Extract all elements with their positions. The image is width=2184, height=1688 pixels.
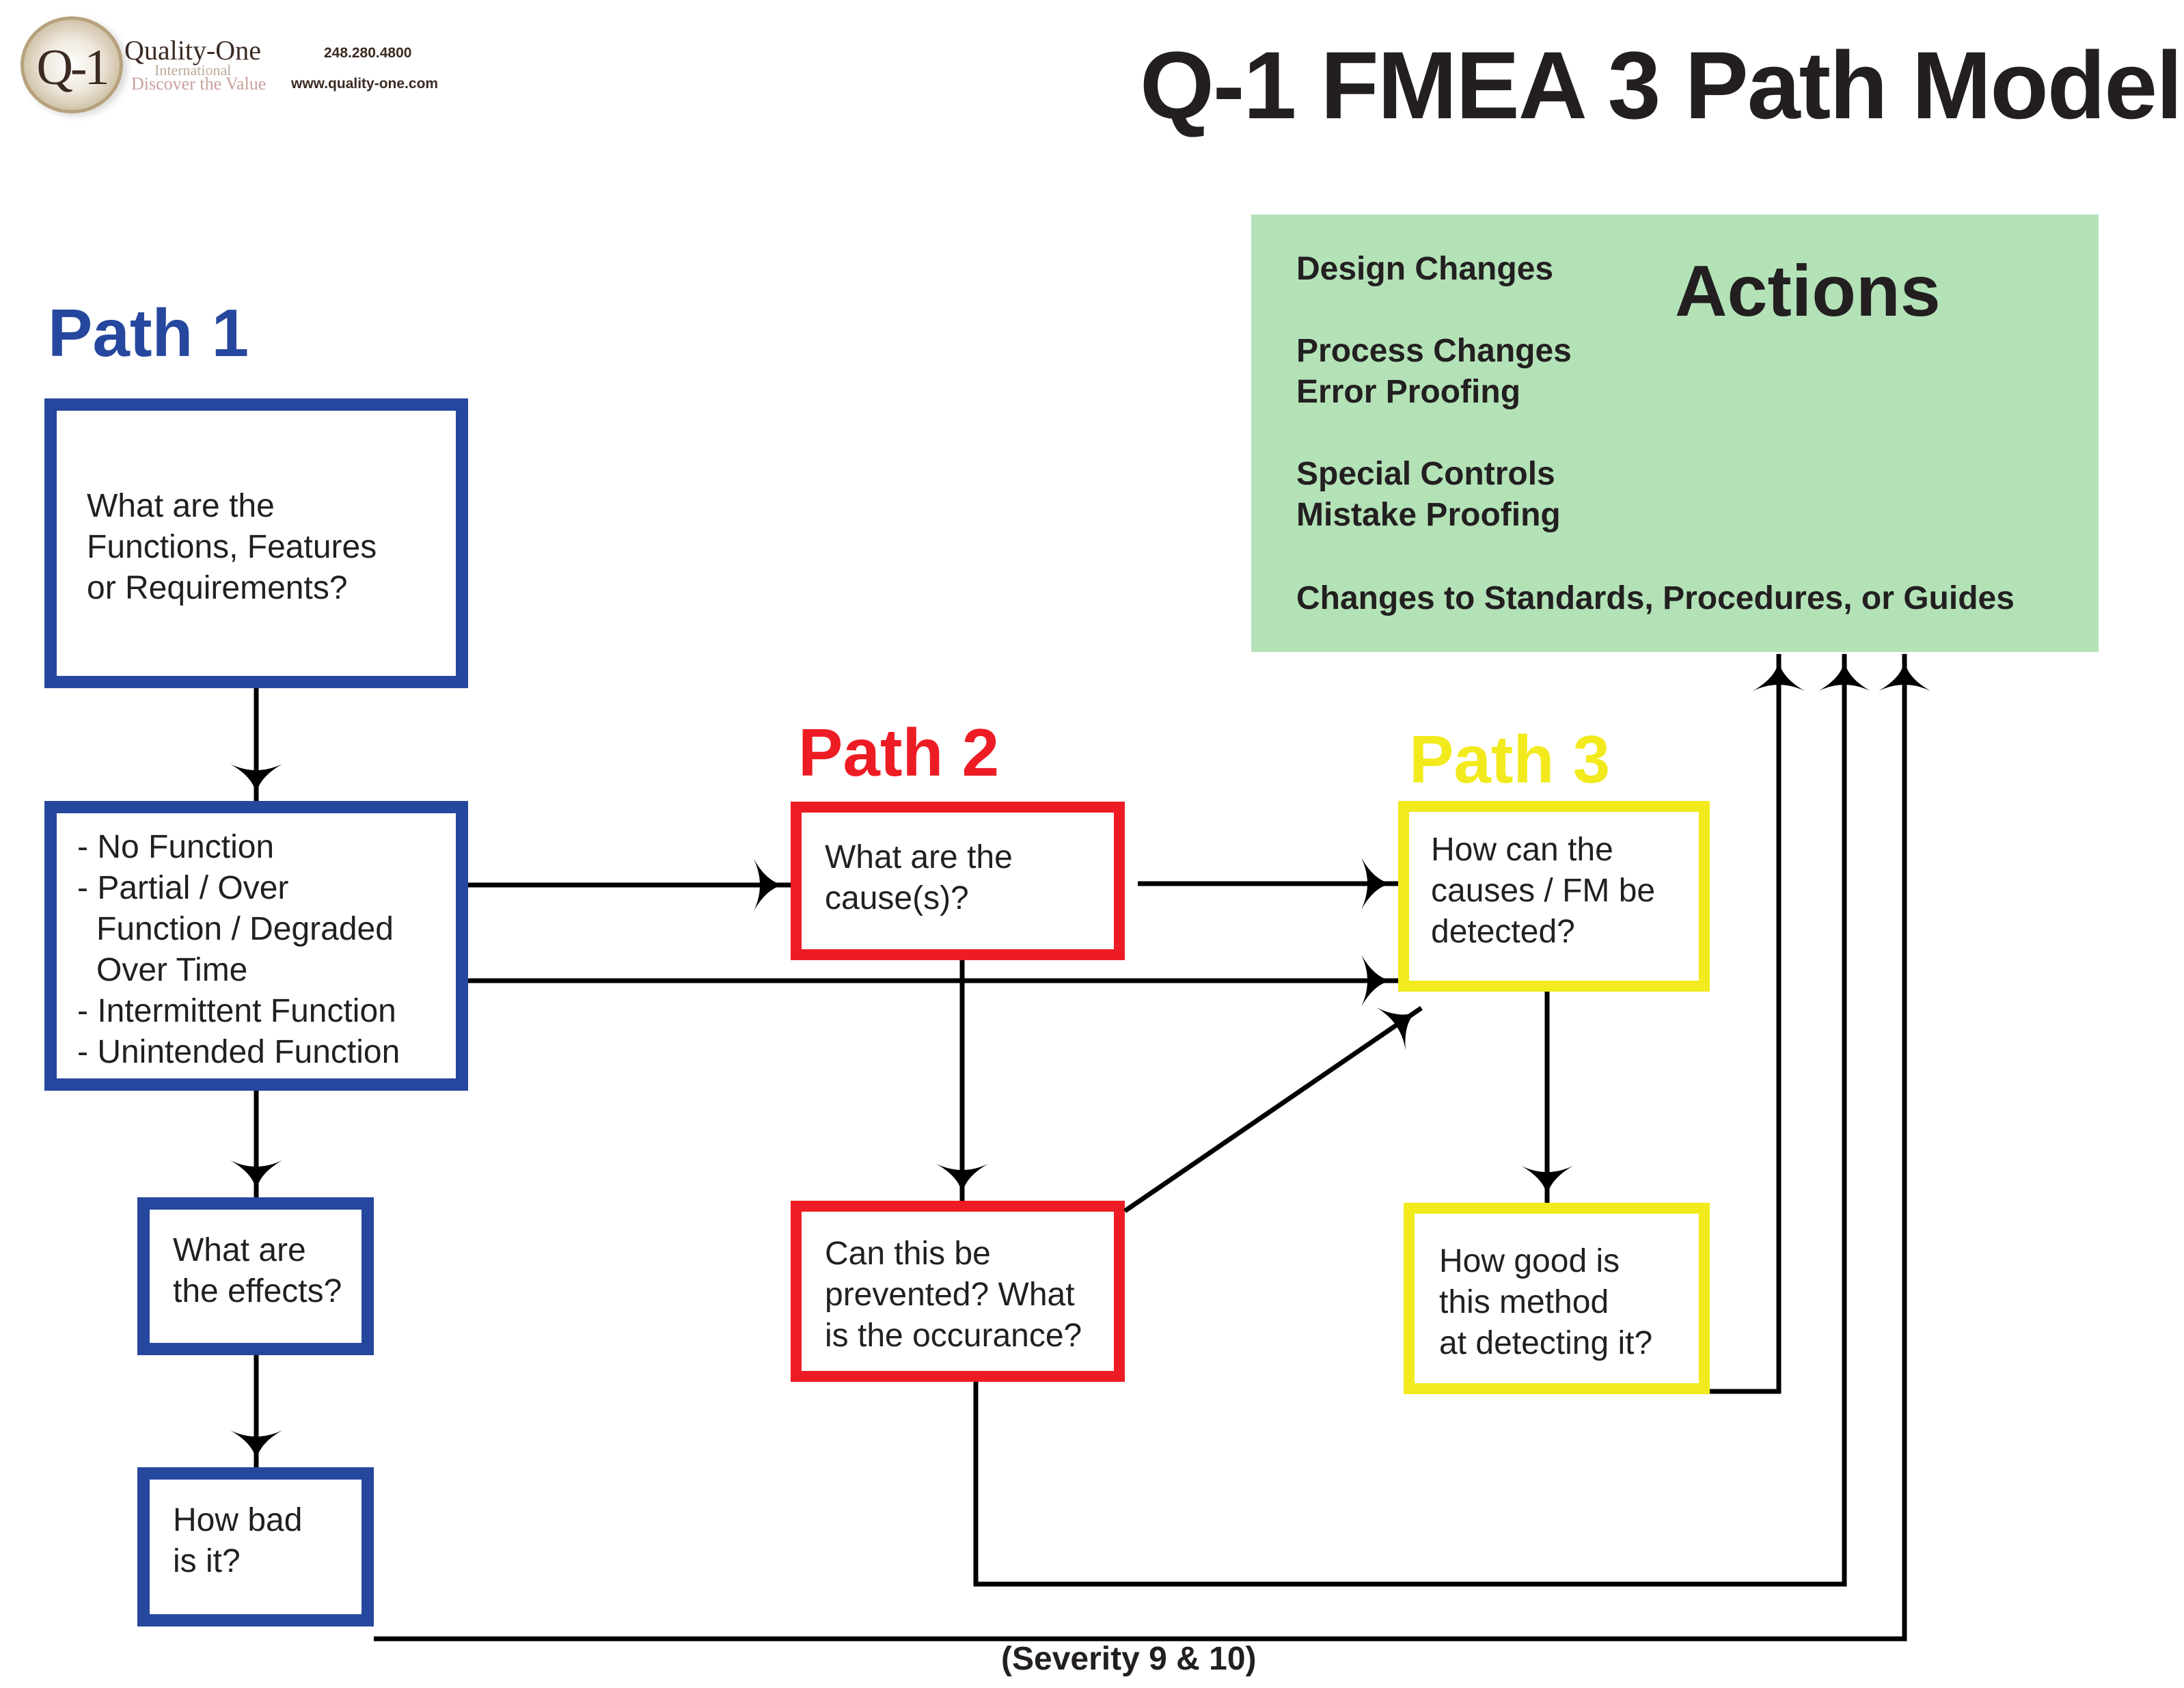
arrow-prevention-to-detection xyxy=(1123,1006,1423,1213)
severity-footnote: (Severity 9 & 10) xyxy=(1001,1641,1257,1677)
connectors xyxy=(230,653,1930,1642)
arrow-severity-to-actions xyxy=(374,653,1930,1642)
arrow-rating-to-actions xyxy=(1710,653,1805,1394)
arrow-prevention-to-actions xyxy=(973,653,1870,1587)
